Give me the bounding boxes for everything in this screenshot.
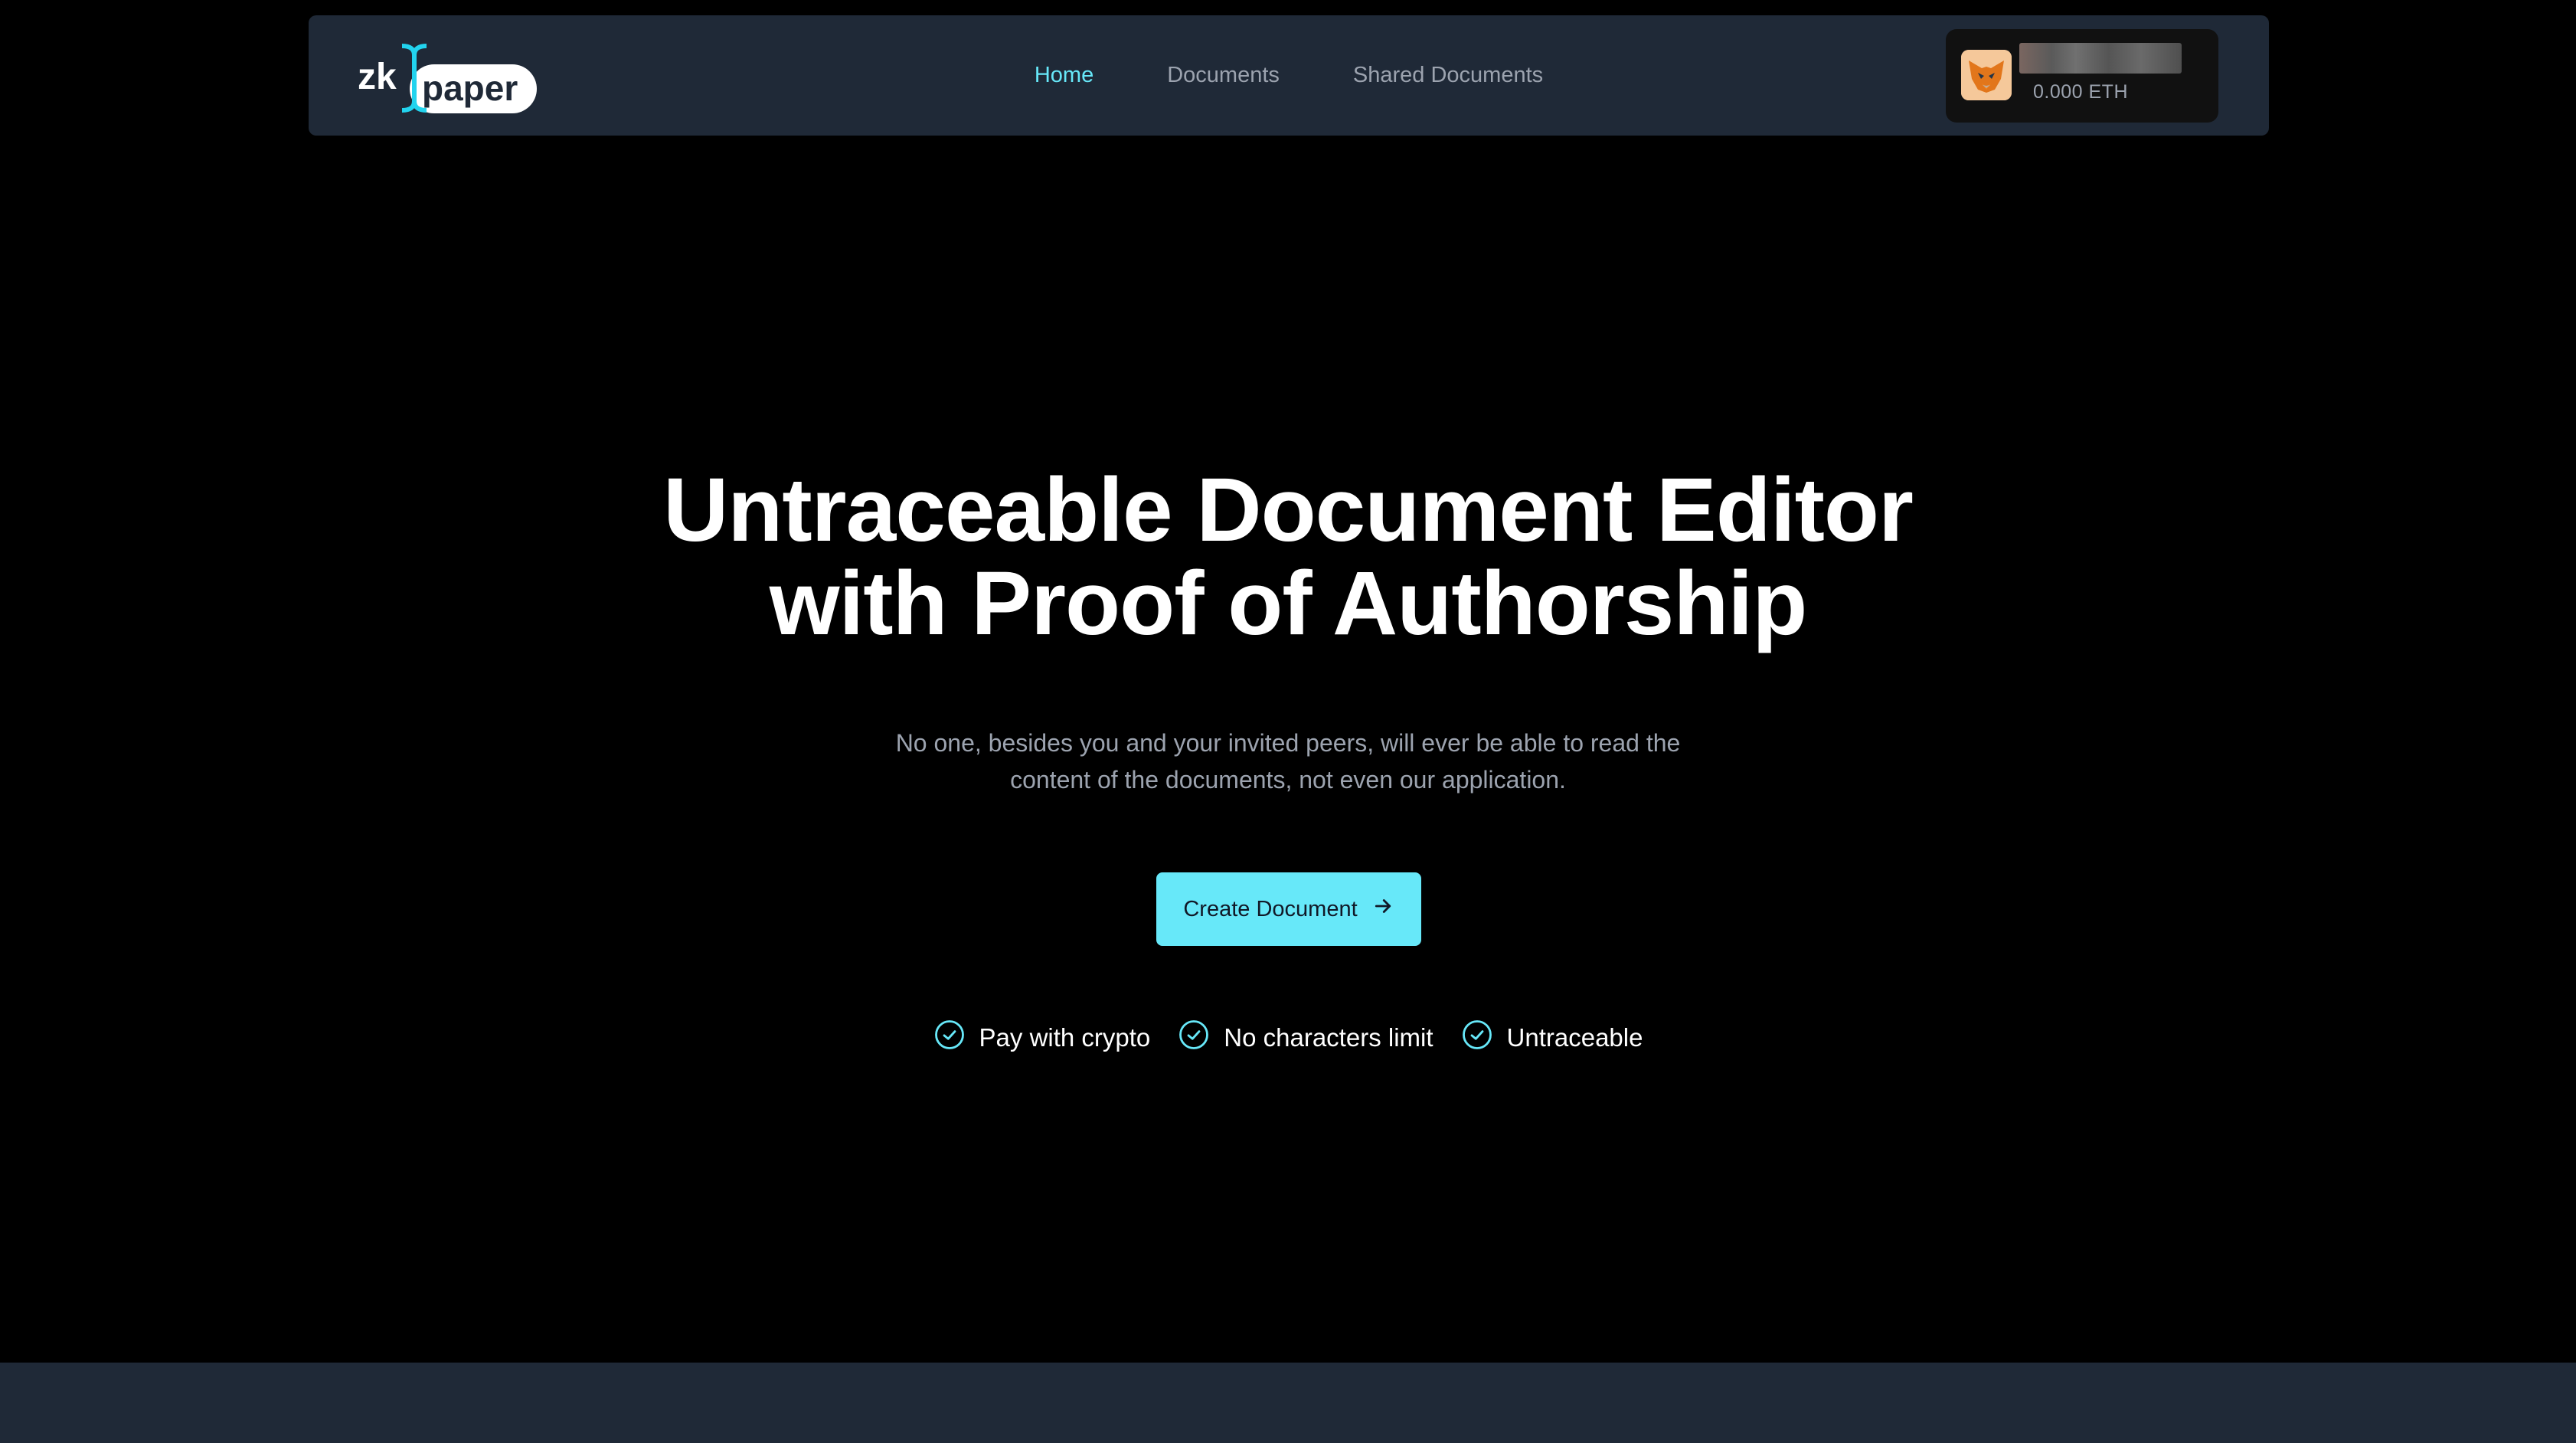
feature-label: Pay with crypto (979, 1023, 1151, 1052)
check-circle-icon (1461, 1019, 1493, 1057)
hero-subtitle: No one, besides you and your invited pee… (865, 725, 1711, 798)
nav-documents[interactable]: Documents (1167, 63, 1280, 88)
feature-item: Pay with crypto (933, 1019, 1151, 1057)
hero-title-line1: Untraceable Document Editor (663, 460, 1914, 561)
create-document-button[interactable]: Create Document (1156, 872, 1421, 946)
feature-label: No characters limit (1224, 1023, 1433, 1052)
wallet-button[interactable]: 0.000 ETH (1946, 29, 2218, 123)
metamask-fox-icon (1961, 50, 2012, 100)
feature-list: Pay with crypto No characters limit Untr… (0, 1019, 2576, 1057)
navbar: zk paper Home Documents Shared Documents (309, 15, 2269, 136)
nav-shared-documents[interactable]: Shared Documents (1353, 63, 1543, 88)
hero-subtitle-line2: content of the documents, not even our a… (1010, 766, 1566, 793)
hero-title-line2: with Proof of Authorship (769, 553, 1808, 654)
logo-text-paper: paper (422, 68, 518, 108)
nav-home[interactable]: Home (1035, 63, 1093, 88)
wallet-address-redacted (2019, 43, 2182, 74)
logo-text-zk: zk (358, 57, 397, 97)
create-document-label: Create Document (1183, 896, 1358, 921)
hero-title: Untraceable Document Editor with Proof o… (0, 463, 2576, 650)
zkpaper-logo[interactable]: zk paper (356, 40, 540, 116)
feature-label: Untraceable (1506, 1023, 1643, 1052)
hero-subtitle-line1: No one, besides you and your invited pee… (895, 729, 1681, 757)
feature-item: Untraceable (1461, 1019, 1643, 1057)
arrow-right-icon (1371, 895, 1394, 924)
feature-item: No characters limit (1178, 1019, 1433, 1057)
footer (0, 1363, 2576, 1443)
check-circle-icon (933, 1019, 966, 1057)
page: zk paper Home Documents Shared Documents (0, 0, 2576, 1443)
wallet-balance: 0.000 ETH (2033, 81, 2129, 103)
check-circle-icon (1178, 1019, 1210, 1057)
